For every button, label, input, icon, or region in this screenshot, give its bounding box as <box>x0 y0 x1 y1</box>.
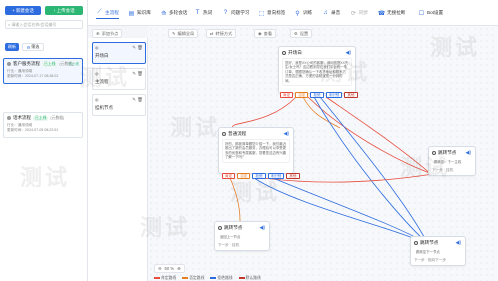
text-icon: T <box>195 10 200 16</box>
node-radio: ◎ <box>95 45 99 50</box>
branch-chip[interactable]: 肯定 <box>280 92 294 98</box>
zoom-level: 50 % <box>164 266 175 271</box>
upload-icon: ↑ <box>53 8 56 13</box>
node-radio: ◎ <box>95 71 99 76</box>
legend-item: 默认路线 <box>238 276 261 281</box>
tab-sync[interactable]: ⟳ 同步 <box>350 7 368 19</box>
flow-node-opening[interactable]: 开场白 ◀) 您好，我是XX公司的客服，请问您是XX先生/女士吗？这边看到您在我… <box>278 46 356 94</box>
zoom-in-icon[interactable]: ⊕ <box>177 266 181 271</box>
tab-main-flow[interactable]: ⟋ 主流程 <box>96 7 119 19</box>
node-list: ◎ 开场白 ✎ 🗑 ◎ 主流程 ✎ 🗑 ◎ 挂机节点 ✎ 🗑 <box>88 38 148 281</box>
tab-knowledge[interactable]: ▤ 知识库 <box>128 7 151 19</box>
branch-chip[interactable]: 未识别 <box>325 92 343 98</box>
connector-line <box>313 96 429 245</box>
speaker-icon[interactable]: ◀) <box>465 150 471 156</box>
avatar <box>7 62 11 66</box>
branch-chip[interactable]: 未识别 <box>267 173 285 179</box>
tab-question-learning[interactable]: ? 问题学习 <box>222 7 250 19</box>
filter-button[interactable]: ⚙ 筛选 <box>22 43 44 51</box>
node-list-item[interactable]: ◎ 开场白 ✎ 🗑 <box>92 42 146 64</box>
node-list-item[interactable]: ◎ 主流程 ✎ 🗑 <box>92 68 146 90</box>
connector-line <box>325 96 432 175</box>
question-icon: ? <box>223 10 228 16</box>
mute-icon: ☎ <box>377 10 386 17</box>
branch-chip[interactable]: 其他 <box>286 173 300 179</box>
flow-canvas[interactable]: ⊕ 添加节点 ✎ 编辑全局 ⇄ 转接方式 ◉ 查看 ⚙ 设置 开场白 ◀) 您好，我是XX… <box>92 26 498 281</box>
tab-train[interactable]: ⚲ 训练 <box>294 7 312 19</box>
flow-node-jump[interactable]: 跳转节点 ◀) 跳转至：下一主线 下一步 · 挂机 <box>428 146 476 176</box>
node-radio <box>222 132 226 136</box>
connector-line <box>229 177 241 222</box>
node-radio <box>432 151 436 155</box>
legend-item: 肯定路线 <box>154 276 176 281</box>
node-radio <box>218 226 222 230</box>
session-card[interactable]: 话术流程 已上线 (元数据) 行业：通用领域 更新时间：2024-07-05 08:… <box>3 112 83 138</box>
status-badge: 已上线 <box>42 61 58 67</box>
session-sidebar: + 新建会话 ↑ 上传会话 ⌕ 请输入会话名称/会话编号 刷新 ⚙ 筛选 客户服务流程… <box>0 0 88 281</box>
branch-bar: 肯定 否定 拒绝 未识别 其他 <box>222 173 300 179</box>
flow-node-jump[interactable]: 跳转节点 ◀) 跳转至下一节点 下一步 · 指向下一步 <box>410 236 466 266</box>
refresh-button[interactable]: 刷新 <box>5 43 19 51</box>
edit-icon[interactable]: ✎ 🗑 <box>132 45 143 51</box>
branch-bar: 肯定 否定 拒绝 未识别 其他 <box>280 92 358 98</box>
connector-line <box>307 96 434 175</box>
avatar <box>7 116 11 120</box>
connector-line <box>302 96 341 129</box>
status-badge: 已上线 <box>33 115 49 121</box>
connector-line <box>253 177 429 245</box>
zoom-control: ⊖ 50 % ⊕ <box>154 264 185 273</box>
sync-icon: ⟳ <box>350 10 357 17</box>
branch-chip[interactable]: 拒绝 <box>252 173 266 179</box>
branch-chip[interactable]: 其他 <box>344 92 358 98</box>
branch-chip[interactable]: 否定 <box>237 173 251 179</box>
connector-line <box>272 177 429 245</box>
mic-icon: ♫ <box>323 10 328 16</box>
session-card[interactable]: 客户服务流程 已上线 (元数据) 行业：通用领域 更新时间：2024-07-17 0… <box>3 58 83 84</box>
legend-item: 拒绝路线 <box>210 276 233 281</box>
tag-icon: ⬚ <box>258 10 265 17</box>
chart-icon: ⟰ <box>160 10 167 17</box>
top-toolbar: ⟋ 主流程 ▤ 知识库 ⟰ 多轮会话 T 热词 ? 问题学习 ⬚ 意向标签 ⚲ 训练 ♫ 录音 … <box>88 0 498 26</box>
tab-multi-turn[interactable]: ⟰ 多轮会话 <box>160 7 187 19</box>
gear-icon: ⚙ <box>26 44 31 50</box>
connector-line <box>319 96 429 245</box>
speaker-icon[interactable]: ◀) <box>259 225 265 231</box>
new-session-button[interactable]: + 新建会话 <box>5 6 41 15</box>
edit-icon[interactable]: ✎ 🗑 <box>132 97 143 103</box>
speaker-icon[interactable]: ◀) <box>283 131 289 137</box>
tab-mute[interactable]: ☎ 无搜拉断 <box>377 7 406 19</box>
node-radio <box>414 241 418 245</box>
branch-chip[interactable]: 否定 <box>295 92 309 98</box>
edit-icon[interactable]: ✎ 🗑 <box>132 71 143 77</box>
node-radio <box>282 51 286 55</box>
tab-bot-settings[interactable]: ☐ Bot设置 <box>418 7 443 19</box>
line-legend: 肯定路线 否定路线 拒绝路线 默认路线 <box>154 276 261 281</box>
upload-session-button[interactable]: ↑ 上传会话 <box>45 6 83 15</box>
settings-icon: ☐ <box>418 10 425 17</box>
speaker-icon[interactable]: ◀) <box>455 240 461 246</box>
legend-item: 否定路线 <box>182 276 204 281</box>
branch-chip[interactable]: 肯定 <box>222 173 236 179</box>
tab-recording[interactable]: ♫ 录音 <box>322 7 340 19</box>
add-node-chip[interactable]: ⊕ 添加节点 <box>92 29 123 38</box>
flow-icon: ⟋ <box>97 9 102 15</box>
train-icon: ⚲ <box>295 10 300 17</box>
node-radio: ◎ <box>95 97 99 102</box>
tab-hotwords[interactable]: T 热词 <box>194 7 213 19</box>
flow-node-main[interactable]: 普通流程 ◀) 好的，那我简单跟您介绍一下，我们最近推出了新的会员服务，办理后可… <box>218 127 294 174</box>
flow-node-jump[interactable]: 跳转节点 ◀) 返回上一节点 下一步 · 挂机 <box>214 221 270 251</box>
session-search-input[interactable]: ⌕ 请输入会话名称/会话编号 <box>5 20 83 29</box>
tab-intent-tags[interactable]: ⬚ 意向标签 <box>258 7 286 19</box>
node-list-item[interactable]: ◎ 挂机节点 ✎ 🗑 <box>92 94 146 116</box>
plus-icon: + <box>12 8 15 13</box>
branch-chip[interactable]: 拒绝 <box>310 92 324 98</box>
plus-icon: ⊕ <box>96 31 100 36</box>
app: + 新建会话 ↑ 上传会话 ⌕ 请输入会话名称/会话编号 刷新 ⚙ 筛选 客户服务流程… <box>0 0 498 281</box>
connector-line <box>232 96 297 129</box>
zoom-out-icon[interactable]: ⊖ <box>158 266 162 271</box>
search-icon: ⌕ <box>8 22 11 27</box>
speaker-icon[interactable]: ◀) <box>345 50 351 56</box>
book-icon: ▤ <box>128 10 135 17</box>
